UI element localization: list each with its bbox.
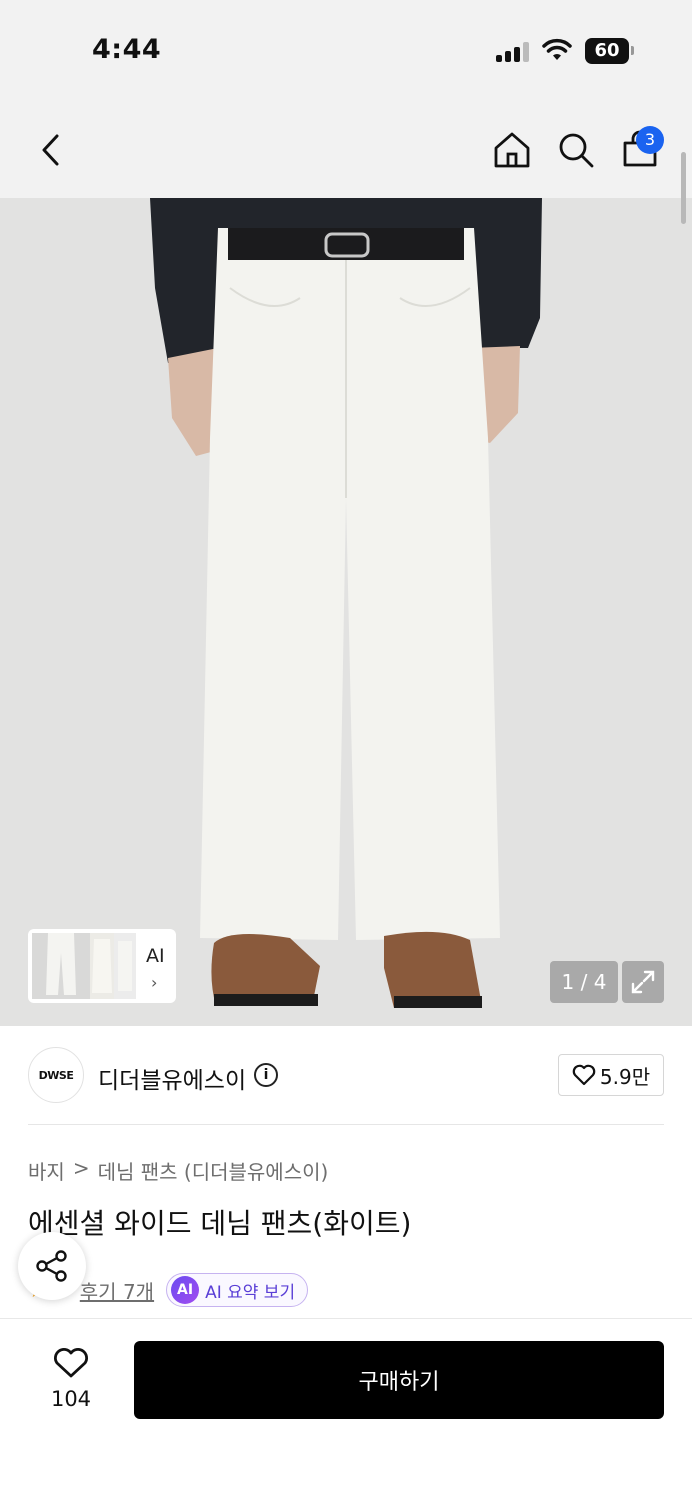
expand-icon [631, 970, 655, 994]
bottom-action-bar: 104 구매하기 [0, 1318, 692, 1500]
brand-like-count: 5.9만 [599, 1064, 651, 1089]
brand-logo[interactable]: DWSE [28, 1047, 84, 1103]
thumbnail-images [32, 933, 136, 999]
breadcrumb-subcategory[interactable]: 데님 팬츠 (디더블유에스이) [98, 1156, 329, 1185]
status-bar: 4:44 60 [0, 0, 692, 100]
heart-icon [572, 1064, 596, 1086]
product-title: 에센셜 와이드 데님 팬츠(화이트) [28, 1207, 412, 1240]
wifi-icon [542, 38, 572, 60]
buy-button[interactable]: 구매하기 [134, 1341, 664, 1419]
expand-image-button[interactable] [622, 961, 664, 1003]
share-icon [36, 1250, 67, 1282]
product-photo [0, 198, 692, 1026]
back-icon [42, 134, 59, 166]
heart-icon [54, 1348, 88, 1378]
battery-cap [631, 46, 634, 55]
battery-indicator: 60 [585, 38, 629, 64]
ai-badge: AI [171, 1276, 200, 1304]
wishlist-count: 104 [50, 1387, 92, 1411]
search-icon [559, 133, 594, 168]
product-image[interactable] [0, 198, 692, 1026]
home-button[interactable] [490, 128, 534, 172]
breadcrumb-category[interactable]: 바지 [28, 1156, 65, 1185]
brand-name[interactable]: 디더블유에스이 [98, 1061, 246, 1095]
divider [28, 1124, 664, 1125]
image-page-indicator: 1 / 4 [550, 961, 618, 1003]
status-time: 4:44 [92, 34, 162, 65]
home-icon [494, 132, 530, 168]
thumb-ai-label: AI [146, 945, 165, 967]
breadcrumb-separator: > [72, 1156, 90, 1180]
app-header [0, 100, 692, 198]
wishlist-button[interactable]: 104 [36, 1345, 106, 1415]
signal-icon [496, 42, 530, 62]
info-icon[interactable]: i [254, 1063, 278, 1087]
ai-summary-label: AI 요약 보기 [205, 1282, 296, 1303]
cart-count-badge: 3 [636, 126, 664, 154]
scrollbar[interactable] [681, 152, 686, 224]
review-link[interactable]: 후기 7개 [80, 1276, 154, 1305]
ai-summary-button[interactable]: AI AI 요약 보기 [166, 1273, 309, 1307]
back-button[interactable] [28, 128, 72, 172]
brand-like-button[interactable]: 5.9만 [558, 1054, 664, 1096]
chevron-right-icon: › [151, 973, 158, 992]
breadcrumb: 바지 > 데님 팬츠 (디더블유에스이) [28, 1156, 328, 1185]
ai-thumbnail-card[interactable]: AI › [28, 929, 176, 1003]
share-button[interactable] [18, 1232, 86, 1300]
search-button[interactable] [554, 128, 598, 172]
